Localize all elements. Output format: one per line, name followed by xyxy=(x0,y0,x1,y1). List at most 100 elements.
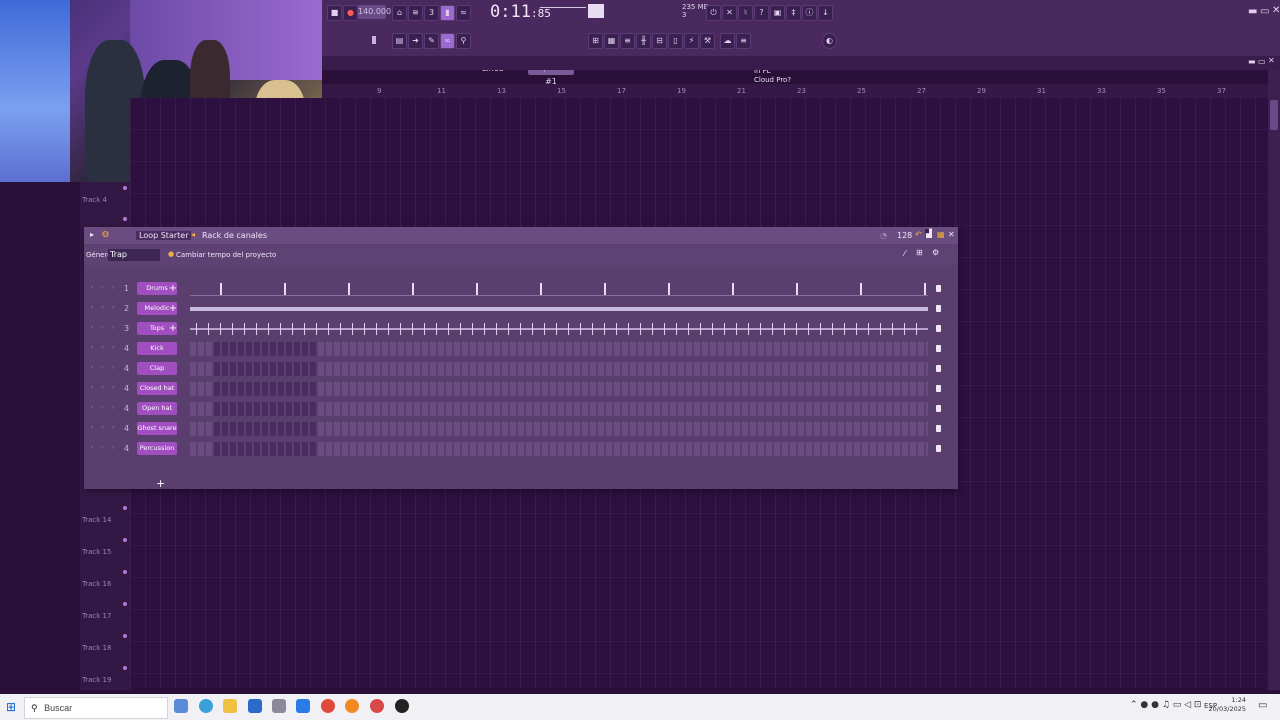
news-link-icon[interactable]: ◐ xyxy=(822,33,837,49)
channel-select-led[interactable] xyxy=(936,385,941,392)
pin-icon[interactable]: ⚲ xyxy=(456,33,471,49)
channel-select-led[interactable] xyxy=(936,405,941,412)
step-group[interactable] xyxy=(214,382,316,396)
link-icon[interactable]: ∞ xyxy=(440,33,455,49)
add-channel-button[interactable]: + xyxy=(156,477,165,490)
record-button[interactable]: ● xyxy=(343,5,358,21)
channel-select-led[interactable] xyxy=(936,445,941,452)
channel-controls[interactable]: ◦ ◦ ◦ xyxy=(90,284,117,292)
track-mute-icon[interactable] xyxy=(123,186,127,190)
channel-controls[interactable]: ◦ ◦ ◦ xyxy=(90,304,117,312)
browser-icon[interactable]: ⊞ xyxy=(588,33,603,49)
chrome-icon[interactable] xyxy=(321,699,335,713)
channel-select-led[interactable] xyxy=(936,305,941,312)
channel-mixer-number[interactable]: 4 xyxy=(124,424,129,433)
arrow-icon[interactable]: ➜ xyxy=(408,33,423,49)
tools-icon[interactable]: ✕ xyxy=(722,5,737,21)
steps-icon[interactable]: ⁄ xyxy=(904,249,905,258)
channel-mixer-number[interactable]: 4 xyxy=(124,364,129,373)
settings-icon[interactable]: ⚙ xyxy=(932,248,939,257)
windows-start-icon[interactable]: ⊞ xyxy=(6,700,16,714)
plug-icon[interactable]: ⚡ xyxy=(684,33,699,49)
channel-name-button[interactable]: Open hat xyxy=(137,402,177,415)
track-mute-icon[interactable] xyxy=(123,634,127,638)
change-tempo-button[interactable]: Cambiar tempo del proyecto xyxy=(176,251,276,259)
channel-controls[interactable]: ◦ ◦ ◦ xyxy=(90,444,117,452)
grid-icon[interactable]: ▦ xyxy=(937,230,945,239)
step-group[interactable] xyxy=(214,342,316,356)
track-label[interactable]: Track 17 xyxy=(82,612,111,620)
channel-mixer-number[interactable]: 4 xyxy=(124,384,129,393)
step-sequencer[interactable] xyxy=(190,442,928,456)
download-icon[interactable]: ↓ xyxy=(818,5,833,21)
mixer-view-icon[interactable]: ╫ xyxy=(636,33,651,49)
channel-controls[interactable]: ◦ ◦ ◦ xyxy=(90,364,117,372)
genre-selector[interactable]: Trap xyxy=(108,249,160,261)
tempo-display[interactable]: 140.000 xyxy=(358,5,391,19)
playlist-scrollbar[interactable] xyxy=(1268,70,1280,690)
channel-rack-icon[interactable]: ▦ xyxy=(604,33,619,49)
power-icon[interactable]: ⏻ xyxy=(706,5,721,21)
channel-controls[interactable]: ◦ ◦ ◦ xyxy=(90,324,117,332)
menu-icon[interactable]: ≡ xyxy=(736,33,751,49)
countdown-button[interactable]: 3 xyxy=(424,5,439,21)
wait-button[interactable]: ≋ xyxy=(408,5,423,21)
track-label[interactable]: Track 18 xyxy=(82,644,111,652)
undo-icon[interactable]: ↶ xyxy=(915,230,922,239)
channel-rack-titlebar[interactable]: ▸ ◍ Loop Starter ◂ Rack de canales ◔ 128… xyxy=(84,227,958,244)
pitch-knob[interactable] xyxy=(372,36,376,44)
step-sequencer[interactable] xyxy=(190,422,928,436)
draw-icon[interactable]: ✎ xyxy=(424,33,439,49)
channel-mixer-number[interactable]: 4 xyxy=(124,344,129,353)
step-group[interactable] xyxy=(214,422,316,436)
step-edit-button[interactable]: ≈ xyxy=(456,5,471,21)
track-label[interactable]: Track 19 xyxy=(82,676,111,684)
channel-name-button[interactable]: Closed hat xyxy=(137,382,177,395)
channel-select-led[interactable] xyxy=(936,425,941,432)
channel-controls[interactable]: ◦ ◦ ◦ xyxy=(90,404,117,412)
scrollbar-thumb[interactable] xyxy=(1270,100,1278,130)
channel-select-led[interactable] xyxy=(936,325,941,332)
step-sequencer[interactable] xyxy=(190,382,928,396)
store-icon[interactable] xyxy=(248,699,262,713)
channel-controls[interactable]: ◦ ◦ ◦ xyxy=(90,344,117,352)
tray-icons[interactable]: ⌃ ● ● ♫ ▭ ◁ ⊡ xyxy=(1130,700,1201,710)
file-explorer-icon[interactable] xyxy=(223,699,237,713)
channel-expand-icon[interactable]: + xyxy=(168,282,178,295)
track-mute-icon[interactable] xyxy=(123,506,127,510)
channel-name-button[interactable]: Kick xyxy=(137,342,177,355)
channel-select-led[interactable] xyxy=(936,365,941,372)
playlist-maximize-icon[interactable]: ▭ xyxy=(1258,57,1266,66)
help-icon[interactable]: ? xyxy=(754,5,769,21)
track-mute-icon[interactable] xyxy=(123,602,127,606)
save-icon[interactable]: ▣ xyxy=(770,5,785,21)
notification-icon[interactable]: ▭ xyxy=(1258,700,1267,711)
channel-controls[interactable]: ◦ ◦ ◦ xyxy=(90,384,117,392)
step-group[interactable] xyxy=(214,402,316,416)
obs-icon[interactable] xyxy=(395,699,409,713)
track-label[interactable]: Track 16 xyxy=(82,580,111,588)
track-label[interactable]: Track 14 xyxy=(82,516,111,524)
clock[interactable]: 1:24 20/03/2025 xyxy=(1196,696,1246,714)
plugin-icon[interactable]: ⊟ xyxy=(652,33,667,49)
fl-studio-icon[interactable] xyxy=(345,699,359,713)
track-mute-icon[interactable] xyxy=(123,666,127,670)
graph-icon[interactable]: ▟ xyxy=(925,229,934,238)
chrome-profile-icon[interactable] xyxy=(370,699,384,713)
channel-mixer-number[interactable]: 4 xyxy=(124,404,129,413)
app-icon[interactable] xyxy=(174,699,188,713)
close-icon[interactable]: ✕ xyxy=(1272,5,1280,16)
layout-icon[interactable]: ⊞ xyxy=(916,248,923,257)
edge-icon[interactable] xyxy=(199,699,213,713)
channel-expand-icon[interactable]: + xyxy=(168,302,178,315)
tool-icon[interactable] xyxy=(272,699,286,713)
channel-controls[interactable]: ◦ ◦ ◦ xyxy=(90,424,117,432)
piano-roll-icon[interactable]: ≡ xyxy=(620,33,635,49)
track-mute-icon[interactable] xyxy=(123,538,127,542)
loop-record-button[interactable]: ▮ xyxy=(440,5,455,21)
rack-options-icon[interactable]: ◍ xyxy=(102,229,109,238)
tempo-sync-icon[interactable]: ● xyxy=(168,250,174,258)
step-group[interactable] xyxy=(214,362,316,376)
track-mute-icon[interactable] xyxy=(123,217,127,221)
channel-select-led[interactable] xyxy=(936,345,941,352)
